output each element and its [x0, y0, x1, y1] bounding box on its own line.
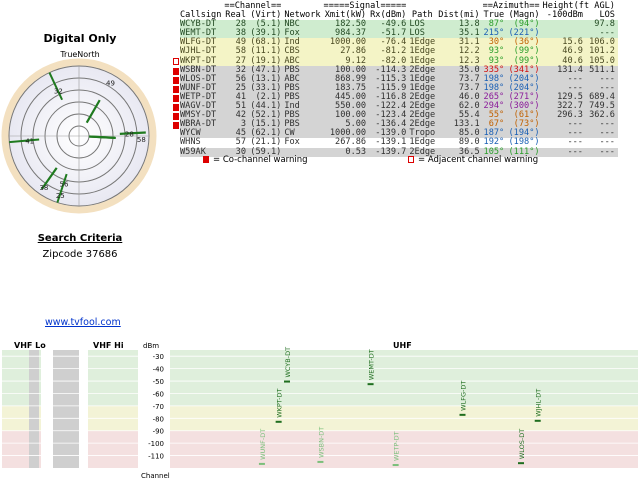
- band-strong: [170, 350, 638, 406]
- cell-h100: ---: [542, 147, 586, 157]
- station-signal-mark[interactable]: [317, 460, 324, 463]
- channel-axis-label: Channel: [141, 472, 170, 480]
- station-signal-label: WEMT-DT: [368, 349, 376, 380]
- y-tick-label: -50: [153, 378, 164, 386]
- y-tick-label: -30: [153, 353, 164, 361]
- col-h100: -100dBm: [546, 10, 583, 21]
- co-channel-warning-icon: [173, 85, 179, 93]
- co-channel-warning-icon: [173, 103, 179, 111]
- dbm-axis-label: dBm: [143, 342, 159, 350]
- band-strong: [88, 350, 138, 406]
- station-signal-mark[interactable]: [367, 383, 374, 386]
- legend-co-swatch: [203, 156, 209, 163]
- azimuth-channel-label: 56: [60, 181, 69, 189]
- station-signal-label: WETP-DT: [393, 431, 401, 461]
- tvfool-link[interactable]: www.tvfool.com: [45, 317, 121, 328]
- co-channel-warning-icon: [173, 113, 179, 120]
- station-signal-label: WKPT-DT: [276, 388, 284, 417]
- azimuth-channel-label: 41: [25, 137, 34, 145]
- legend-co-text: = Co-channel warning: [213, 155, 308, 165]
- page-title: Digital Only: [43, 32, 117, 45]
- y-tick-label: -80: [153, 415, 164, 423]
- station-signal-mark[interactable]: [392, 464, 399, 467]
- zipcode-line: Zipcode 37686: [42, 249, 118, 260]
- azimuth-channel-label: 58: [137, 136, 146, 144]
- station-signal-mark[interactable]: [284, 380, 290, 383]
- vhf-hi-gap: [53, 350, 79, 468]
- search-criteria-title: Search Criteria: [37, 233, 123, 244]
- station-signal-mark[interactable]: [258, 462, 265, 465]
- cell-rx: -139.7: [369, 147, 410, 157]
- azimuth-channel-label: 28: [125, 130, 134, 138]
- uhf-label: UHF: [393, 341, 412, 350]
- legend-adj-swatch: [408, 156, 414, 163]
- cell-network: Fox: [284, 138, 324, 148]
- azimuth-channel-label: 49: [106, 79, 115, 87]
- vhf-hi-label: VHF Hi: [93, 341, 124, 350]
- y-tick-label: -90: [153, 428, 164, 436]
- co-channel-warning-icon: [173, 122, 179, 130]
- band-weak: [170, 430, 638, 468]
- azimuth-ray: [89, 135, 116, 139]
- station-signal-label: WLFG-DT: [460, 381, 468, 411]
- station-signal-label: WUNF-DT: [259, 429, 267, 460]
- azimuth-channel-label: 38: [39, 184, 48, 192]
- co-channel-warning-icon: [173, 94, 179, 102]
- station-signal-label: WCYB-DT: [284, 347, 292, 378]
- vhf-lo-gap: [29, 350, 39, 468]
- cell-xmit: 0.53: [323, 147, 370, 157]
- co-channel-warning-icon: [173, 67, 179, 75]
- station-signal-mark[interactable]: [459, 413, 466, 416]
- y-tick-label: -100: [148, 440, 164, 448]
- cell-h100: [542, 20, 586, 30]
- y-tick-label: -70: [153, 403, 164, 411]
- vhf-lo-label: VHF Lo: [14, 341, 46, 350]
- azimuth-channel-label: 25: [56, 192, 65, 200]
- station-signal-label: WJHL-DT: [535, 389, 543, 417]
- adjacent-channel-warning-icon: [173, 58, 179, 66]
- station-signal-mark[interactable]: [275, 420, 282, 423]
- cell-hlos: ---: [585, 147, 618, 157]
- co-channel-warning-icon: [173, 76, 179, 84]
- station-signal-label: WLOS-DT: [518, 429, 526, 459]
- polar-azimuth-plot: 32 49 2858 41 38 56 25: [1, 58, 157, 214]
- station-signal-mark[interactable]: [534, 419, 541, 422]
- legend-adj-text: = Adjacent channel warning: [418, 155, 539, 165]
- station-signal-label: WSBN-DT: [317, 427, 325, 458]
- spectrum-chart: VHF Lo VHF Hi UHF dBm Channel -30 -40 -50 -…: [0, 338, 640, 480]
- y-tick-label: -40: [153, 366, 164, 374]
- y-tick-label: -110: [148, 453, 164, 461]
- station-table: ==Channel== =====Signal===== ==Azimuth==…: [180, 1, 618, 157]
- azimuth-channel-label: 32: [54, 88, 63, 96]
- band-weak: [88, 430, 138, 468]
- y-tick-label: -60: [153, 390, 164, 398]
- station-signal-mark[interactable]: [518, 462, 524, 465]
